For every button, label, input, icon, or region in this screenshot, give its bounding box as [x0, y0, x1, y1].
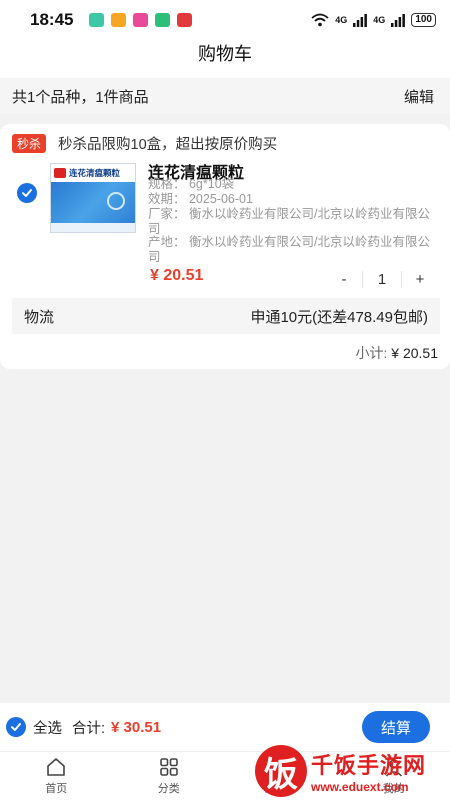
subtotal-amount: ¥ 20.51 — [391, 345, 438, 361]
quantity-value[interactable]: 1 — [362, 270, 402, 288]
home-icon — [47, 758, 66, 776]
total-amount: ¥ 30.51 — [111, 718, 162, 736]
increase-quantity-button[interactable]: + — [402, 271, 438, 288]
cart-item-card: 秒杀 秒杀品限购10盒，超出按原价购买 连花清瘟颗粒 连花清瘟颗粒 规格： 6g… — [0, 124, 450, 369]
cart-icon — [272, 759, 292, 776]
select-all-label[interactable]: 全选 — [33, 717, 62, 738]
battery-icon: 100 — [411, 13, 436, 27]
item-checkbox[interactable] — [17, 183, 37, 203]
user-icon — [385, 759, 402, 777]
promo-row: 秒杀 秒杀品限购10盒，超出按原价购买 — [12, 133, 277, 154]
notification-app-icon — [177, 13, 193, 27]
cart-count-text: 共1个品种，1件商品 — [12, 88, 149, 106]
notification-app-icon — [111, 13, 127, 27]
subtotal-label: 小计: — [355, 345, 392, 361]
product-price: ¥ 20.51 — [150, 267, 204, 284]
product-box-header: 连花清瘟颗粒 — [51, 164, 135, 182]
notification-app-icon — [133, 13, 149, 27]
signal-label: 4G — [335, 15, 348, 25]
package-strip — [51, 223, 135, 232]
promo-text: 秒杀品限购10盒，超出按原价购买 — [58, 137, 278, 153]
checkout-bar: 全选 合计: ¥ 30.51 结算 — [0, 703, 450, 751]
bottom-tab-bar: 首页 分类 购物车 我的 — [0, 751, 450, 800]
page-title: 购物车 — [0, 40, 450, 78]
notification-app-icon — [89, 13, 105, 27]
subtotal: 小计: ¥ 20.51 — [356, 343, 439, 363]
tab-cart[interactable]: 购物车 — [225, 752, 338, 800]
decrease-quantity-button[interactable]: - — [326, 271, 362, 288]
tab-category[interactable]: 分类 — [113, 752, 226, 800]
clock: 18:45 — [30, 10, 74, 29]
tab-label: 分类 — [157, 783, 180, 795]
logistics-label: 物流 — [24, 308, 55, 326]
notification-app-icon — [155, 13, 171, 27]
product-manufacturer: 厂家： 衡水以岭药业有限公司/北京以岭药业有限公司 — [148, 207, 430, 236]
total-label: 合计: — [72, 720, 106, 737]
flash-sale-badge: 秒杀 — [12, 134, 47, 153]
signal-icon — [353, 13, 368, 27]
edit-button[interactable]: 编辑 — [404, 86, 434, 107]
select-all-checkbox[interactable] — [6, 717, 26, 737]
quantity-stepper: - 1 + — [326, 267, 438, 291]
checkmark-icon — [22, 189, 32, 197]
cart-summary-bar: 共1个品种，1件商品 编辑 — [0, 78, 450, 114]
checkout-button[interactable]: 结算 — [362, 711, 430, 743]
tab-label: 首页 — [45, 783, 68, 795]
logistics-row[interactable]: 物流 申通10元(还差478.49包邮) — [12, 298, 440, 334]
system-icons: 4G 4G 100 — [311, 13, 436, 27]
wifi-icon — [311, 13, 329, 27]
tab-home[interactable]: 首页 — [0, 752, 113, 800]
product-image[interactable]: 连花清瘟颗粒 — [50, 163, 136, 233]
product-expiry: 效期： 2025-06-01 — [148, 192, 253, 206]
package-emblem-icon — [107, 192, 125, 210]
brand-logo-icon — [54, 168, 66, 178]
checkmark-icon — [11, 723, 21, 731]
product-box-name: 连花清瘟颗粒 — [69, 168, 121, 178]
tab-label: 购物车 — [264, 783, 298, 795]
grid-icon — [159, 758, 178, 776]
product-spec: 规格： 6g*10袋 — [148, 177, 235, 191]
status-bar: 18:45 4G 4G 100 — [0, 0, 450, 40]
notification-icons — [89, 13, 193, 27]
signal-icon — [391, 13, 406, 27]
logistics-value: 申通10元(还差478.49包邮) — [250, 308, 428, 326]
tab-profile[interactable]: 我的 — [338, 752, 450, 800]
signal-label: 4G — [373, 15, 386, 25]
tab-label: 我的 — [382, 783, 405, 795]
product-origin: 产地： 衡水以岭药业有限公司/北京以岭药业有限公司 — [148, 235, 430, 264]
